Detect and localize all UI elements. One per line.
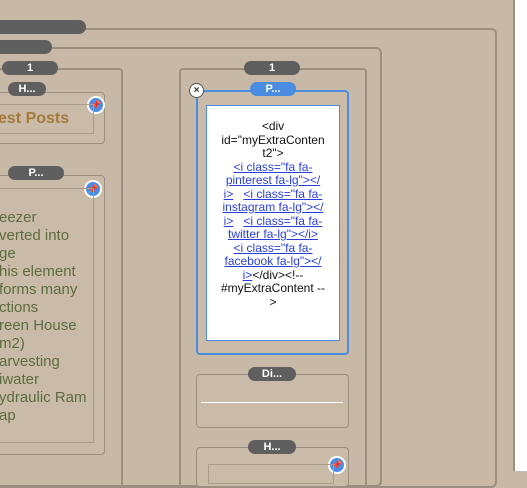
text-line: ydraulic Ram	[0, 389, 87, 406]
recent-posts-title: est Posts	[0, 110, 70, 127]
code-line: >	[269, 294, 277, 309]
text-line: ctions	[0, 299, 39, 316]
code-link-fragment[interactable]: i>	[224, 214, 234, 228]
widget-recent-posts-label[interactable]: H...	[8, 82, 46, 96]
code-link-fragment[interactable]: <i class="fa fa-	[243, 214, 322, 228]
code-link-line[interactable]: <i class="fa fa-	[213, 241, 333, 256]
code-fragment: </div><!--	[252, 267, 304, 282]
widget-code-label[interactable]: P...	[250, 82, 296, 96]
text-line: iwater	[0, 371, 40, 388]
widget-text-left-label[interactable]: P...	[8, 166, 64, 180]
code-line: <div	[261, 119, 285, 133]
window-right-edge	[513, 0, 527, 471]
code-link-line[interactable]: pinterest fa-lg"></	[213, 173, 333, 188]
widget-divider[interactable]	[196, 374, 349, 428]
text-line: m2)	[0, 335, 25, 352]
text-line: reen House	[0, 317, 77, 334]
column-middle-count[interactable]: 1	[244, 61, 300, 75]
heading-mid-inner	[208, 464, 334, 484]
code-link-fragment[interactable]: i>	[243, 268, 253, 282]
text-line: his element	[0, 263, 76, 280]
code-link-line[interactable]: twitter fa-lg"></i>	[213, 227, 333, 242]
text-line: arvesting	[0, 353, 60, 370]
code-link-line[interactable]: <i class="fa fa-	[213, 160, 333, 175]
divider-line	[201, 402, 343, 403]
text-line: eezer	[0, 209, 37, 226]
code-line-mixed: i> <i class="fa fa-	[213, 187, 333, 202]
code-link-line[interactable]: instagram fa-lg"></	[213, 200, 333, 215]
code-link-fragment[interactable]: i>	[224, 187, 234, 201]
text-line: ap	[0, 407, 16, 424]
code-line: t2">	[262, 146, 284, 160]
close-icon[interactable]: ×	[189, 83, 204, 98]
row-pill[interactable]	[0, 40, 52, 54]
top-section-pill[interactable]	[0, 20, 86, 34]
code-content[interactable]: <div id="myExtraConten t2"> <i class="fa…	[206, 105, 340, 341]
text-line: verted into	[0, 227, 70, 244]
code-line-mixed: i> <i class="fa fa-	[213, 214, 333, 229]
code-line: id="myExtraConten	[221, 132, 325, 147]
code-link-line[interactable]: facebook fa-lg"></	[213, 254, 333, 269]
code-link-fragment[interactable]: <i class="fa fa-	[243, 187, 322, 201]
code-line: #myExtraContent --	[220, 281, 326, 295]
column-left-count[interactable]: 1	[2, 61, 58, 75]
text-line: forms many	[0, 281, 78, 298]
code-line-mixed: i></div><!--	[213, 267, 333, 283]
widget-divider-label[interactable]: Di...	[248, 367, 296, 381]
text-line: ge	[0, 245, 16, 262]
widget-heading-mid-label[interactable]: H...	[248, 440, 296, 454]
